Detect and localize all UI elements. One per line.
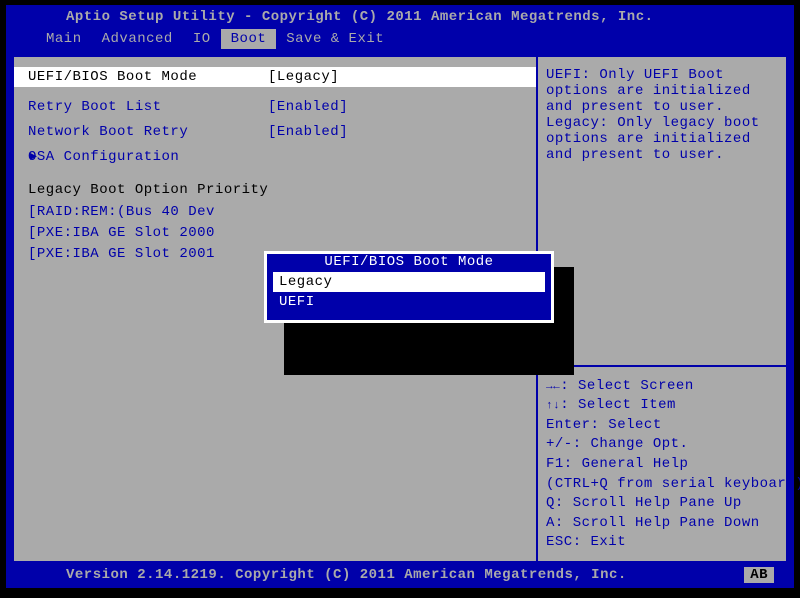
popup-option-uefi[interactable]: UEFI: [273, 292, 545, 312]
osa-config-setting[interactable]: ▸ OSA Configuration: [28, 147, 522, 168]
boot-mode-label: UEFI/BIOS Boot Mode: [28, 69, 268, 85]
context-help-text: UEFI: Only UEFI Boot options are initial…: [538, 57, 786, 365]
submenu-arrow-icon: ▸: [30, 147, 38, 168]
key-select-item: : Select Item: [546, 396, 778, 416]
network-retry-value: [Enabled]: [268, 122, 348, 143]
network-retry-label: Network Boot Retry: [28, 122, 268, 143]
menu-save-exit[interactable]: Save & Exit: [276, 29, 394, 49]
popup-title: UEFI/BIOS Boot Mode: [318, 254, 499, 270]
key-legend: : Select Screen : Select Item Enter: Sel…: [538, 365, 786, 561]
key-ctrl-note: (CTRL+Q from serial keyboard): [546, 475, 778, 495]
boot-mode-popup: UEFI/BIOS Boot Mode Legacy UEFI: [264, 251, 554, 323]
retry-boot-value: [Enabled]: [268, 97, 348, 118]
popup-options: Legacy UEFI: [267, 270, 551, 320]
menu-advanced[interactable]: Advanced: [92, 29, 183, 49]
key-select-screen: : Select Screen: [546, 377, 778, 397]
menu-io[interactable]: IO: [183, 29, 221, 49]
key-enter: Enter: Select: [546, 416, 778, 436]
menu-main[interactable]: Main: [36, 29, 92, 49]
key-esc: ESC: Exit: [546, 533, 778, 553]
boot-mode-value: [Legacy]: [268, 69, 339, 85]
osa-config-label: OSA Configuration: [28, 147, 268, 168]
key-a: A: Scroll Help Pane Down: [546, 514, 778, 534]
legacy-priority-header: Legacy Boot Option Priority: [28, 182, 522, 198]
footer-bar: Version 2.14.1219. Copyright (C) 2011 Am…: [6, 563, 794, 585]
bios-setup-screen: Aptio Setup Utility - Copyright (C) 2011…: [6, 5, 794, 588]
retry-boot-label: Retry Boot List: [28, 97, 268, 118]
footer-corner-badge: AB: [744, 567, 774, 583]
menu-boot[interactable]: Boot: [221, 29, 277, 49]
boot-mode-setting[interactable]: UEFI/BIOS Boot Mode [Legacy]: [14, 67, 536, 87]
header-title: Aptio Setup Utility - Copyright (C) 2011…: [6, 5, 794, 27]
retry-boot-setting[interactable]: Retry Boot List [Enabled]: [28, 97, 522, 118]
network-retry-setting[interactable]: Network Boot Retry [Enabled]: [28, 122, 522, 143]
popup-option-legacy[interactable]: Legacy: [273, 272, 545, 292]
arrow-lr-icon: [546, 378, 560, 394]
version-text: Version 2.14.1219. Copyright (C) 2011 Am…: [66, 567, 627, 583]
key-change: +/-: Change Opt.: [546, 435, 778, 455]
boot-priority-item[interactable]: [PXE:IBA GE Slot 2000: [28, 223, 522, 244]
arrow-ud-icon: [546, 397, 560, 413]
top-menubar: Main Advanced IO Boot Save & Exit: [6, 27, 794, 55]
key-q: Q: Scroll Help Pane Up: [546, 494, 778, 514]
boot-priority-item[interactable]: [RAID:REM:(Bus 40 Dev: [28, 202, 522, 223]
key-f1: F1: General Help: [546, 455, 778, 475]
